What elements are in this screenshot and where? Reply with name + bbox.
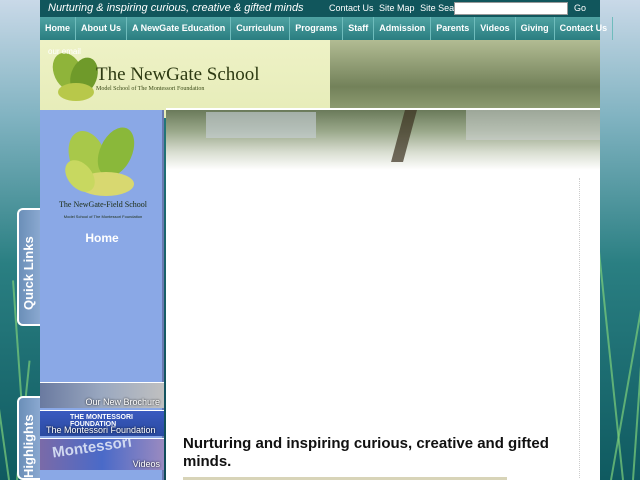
divider [579,178,580,478]
main-content: Nurturing and inspiring curious, creativ… [166,108,600,480]
brochure-label: Our New Brochure [85,397,160,407]
brochure-banner[interactable]: Our New Brochure [40,382,164,408]
videos-banner-art: Montessori [51,438,133,462]
school-title[interactable]: The NewGate School [96,64,260,86]
search-input[interactable] [454,2,568,15]
go-button[interactable]: Go [574,3,586,13]
site-header: our email The NewGate School Model Schoo… [40,40,600,118]
hero-tree-trunk [391,110,417,162]
contact-us-link[interactable]: Contact Us [329,3,374,13]
logo-school-name: The NewGate-Field School [59,200,147,209]
nav-programs[interactable]: Programs [290,17,344,40]
school-subtitle: Model School of The Montessori Foundatio… [96,86,205,92]
school-logo-icon [65,127,135,196]
nav-staff[interactable]: Staff [343,17,375,40]
site-map-link[interactable]: Site Map [379,3,415,13]
hero-building [466,110,600,140]
nav-contact-us[interactable]: Contact Us [555,17,614,40]
highlights-label: Highlights [21,414,36,478]
grass-blade [632,340,640,480]
nav-newgate-education[interactable]: A NewGate Education [127,17,232,40]
nav-admission[interactable]: Admission [374,17,432,40]
top-bar: Nurturing & inspiring curious, creative … [40,0,600,17]
page-heading: Nurturing and inspiring curious, creativ… [183,435,549,470]
main-nav: Home About Us A NewGate Education Curric… [40,17,614,40]
grass-blade [0,321,10,480]
quick-links-tab[interactable]: Quick Links [17,208,40,326]
nav-videos[interactable]: Videos [475,17,516,40]
sidebar: The NewGate-Field School Model School of… [40,110,164,480]
sidebar-home-link[interactable]: Home [40,231,164,245]
nav-home[interactable]: Home [40,17,77,40]
top-links: Contact Us Site Map Site Search [329,3,470,13]
logo-subtitle: Model School of The Montessori Foundatio… [63,214,143,219]
header-trees-image [330,40,600,118]
videos-label: Videos [132,459,160,469]
nav-parents[interactable]: Parents [431,17,476,40]
montessori-label: The Montessori Foundation [46,425,156,435]
hero-building [206,112,316,138]
highlights-tab[interactable]: Highlights [17,396,40,480]
nav-about-us[interactable]: About Us [76,17,128,40]
hero-image [166,110,600,170]
montessori-foundation-banner[interactable]: THE MONTESSORI FOUNDATION The Montessori… [40,410,164,436]
videos-banner[interactable]: Montessori Videos [40,438,164,470]
nav-curriculum[interactable]: Curriculum [231,17,291,40]
quick-links-label: Quick Links [21,236,36,310]
email-link[interactable]: our email [48,47,81,56]
right-background [594,0,640,480]
nav-giving[interactable]: Giving [516,17,555,40]
tagline: Nurturing & inspiring curious, creative … [48,2,304,14]
